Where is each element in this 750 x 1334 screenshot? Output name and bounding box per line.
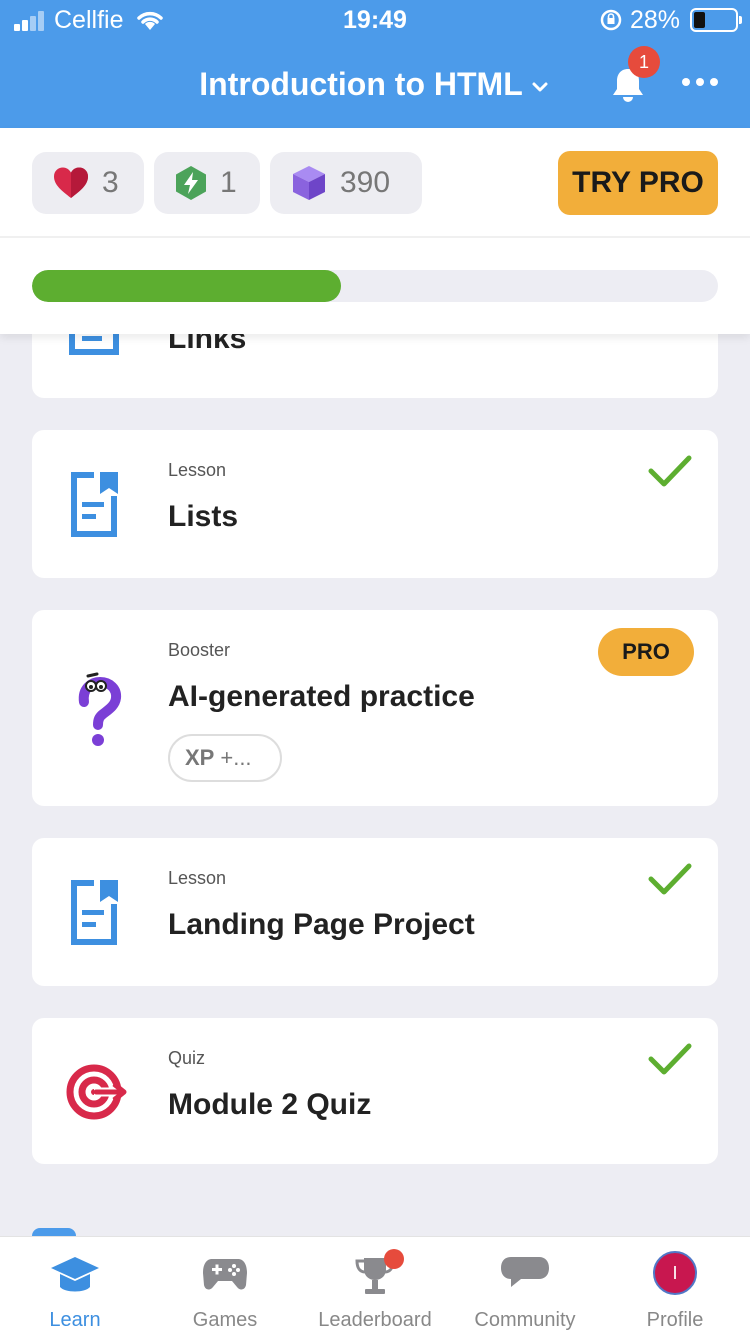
lesson-kind: Lesson (168, 868, 227, 888)
tab-learn[interactable]: Learn (0, 1237, 150, 1334)
course-progress-fill (32, 270, 341, 302)
lesson-icon (71, 880, 118, 945)
chevron-down-icon (532, 82, 548, 92)
heart-icon (54, 167, 88, 198)
battery-icon (690, 8, 742, 32)
tab-label: Leaderboard (318, 1309, 432, 1331)
hearts-pill[interactable]: 3 (32, 152, 144, 214)
tab-profile[interactable]: I Profile (600, 1237, 750, 1334)
avatar-initial: I (672, 1263, 678, 1283)
chat-bubble-icon (501, 1257, 549, 1287)
gamepad-icon (203, 1259, 247, 1290)
hearts-count: 3 (102, 166, 119, 199)
notification-badge: 1 (628, 46, 660, 78)
stats-panel: 3 1 390 TRY PRO (0, 128, 750, 334)
question-mark-icon (78, 672, 122, 746)
lesson-title: Module 2 Quiz (168, 1088, 372, 1121)
course-progress-bar (32, 270, 718, 302)
xp-label: XP (185, 745, 215, 770)
streak-pill[interactable]: 1 (154, 152, 260, 214)
battery-percent: 28% (630, 6, 681, 34)
divider (0, 236, 750, 238)
leaderboard-notification-dot (384, 1249, 404, 1269)
pro-badge: PRO (598, 628, 694, 676)
booster-card-ai-practice[interactable]: Booster AI-generated practice PRO XP +... (32, 610, 718, 806)
tab-community[interactable]: Community (450, 1237, 600, 1334)
lesson-card-landing-page[interactable]: Lesson Landing Page Project (32, 838, 718, 986)
check-icon (648, 863, 692, 895)
top-bar: Cellfie 19:49 28% Introduction to HTML 1 (0, 0, 750, 128)
tab-label: Community (474, 1309, 576, 1331)
try-pro-button[interactable]: TRY PRO (558, 151, 718, 215)
lesson-kind: Lesson (168, 460, 227, 480)
xp-reward-pill: XP +... (168, 734, 282, 782)
more-icon[interactable] (682, 78, 718, 88)
lesson-title: Lists (168, 500, 239, 533)
course-title-text: Introduction to HTML (199, 66, 523, 102)
lesson-kind: Quiz (168, 1048, 206, 1068)
lesson-kind: Booster (168, 640, 231, 660)
lesson-card-lists[interactable]: Lesson Lists (32, 430, 718, 578)
status-bar: Cellfie 19:49 28% (0, 0, 750, 42)
lesson-title: AI-generated practice (168, 680, 475, 713)
lesson-icon (71, 472, 118, 537)
streak-icon (176, 166, 206, 200)
bottom-tab-bar: Learn Games Leaderboard Community I Prof… (0, 1236, 750, 1334)
lesson-title: Landing Page Project (168, 908, 475, 941)
graduation-cap-icon (51, 1257, 99, 1292)
check-icon (648, 455, 692, 487)
tab-games[interactable]: Games (150, 1237, 300, 1334)
cube-icon (293, 166, 325, 200)
streak-count: 1 (220, 166, 237, 199)
xp-pill[interactable]: 390 (270, 152, 422, 214)
tab-label: Learn (49, 1309, 101, 1331)
xp-count: 390 (340, 166, 391, 199)
tab-leaderboard[interactable]: Leaderboard (300, 1237, 450, 1334)
tab-label: Games (192, 1309, 258, 1331)
target-icon (66, 1064, 127, 1120)
quiz-card-module-2[interactable]: Quiz Module 2 Quiz (32, 1018, 718, 1164)
rotation-lock-icon (600, 9, 622, 31)
tab-label: Profile (646, 1309, 704, 1331)
avatar: I (653, 1251, 697, 1295)
check-icon (648, 1043, 692, 1075)
xp-reward-value: +... (220, 745, 252, 770)
